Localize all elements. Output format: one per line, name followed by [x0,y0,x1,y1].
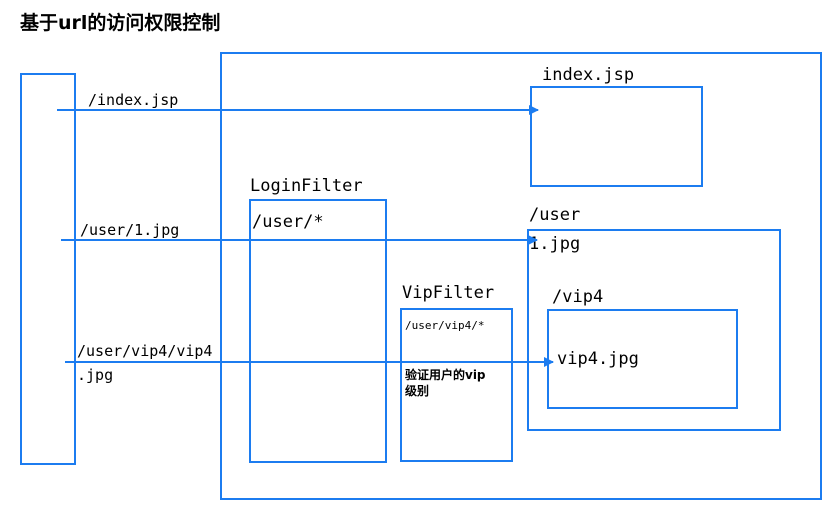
arrows-layer [57,105,554,367]
diagram-canvas: 基于url的访问权限控制 index.jsp LoginFilter /user… [0,0,835,512]
